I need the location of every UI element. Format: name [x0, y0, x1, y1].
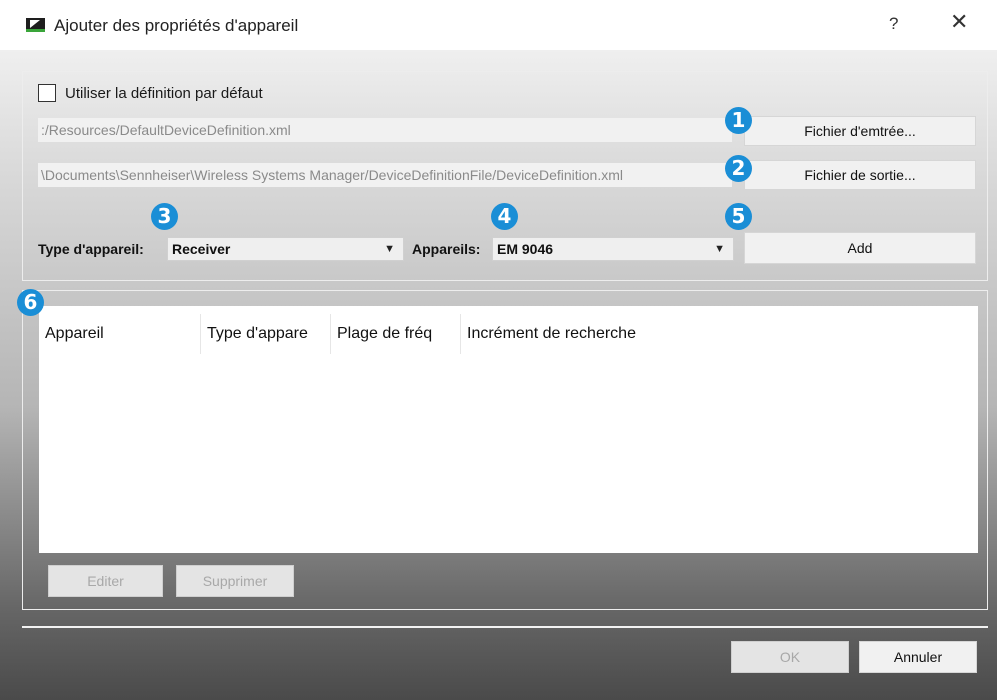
callout-badge-2: 2 [725, 155, 752, 182]
callout-badge-6: 6 [17, 289, 44, 316]
help-button[interactable]: ? [889, 14, 898, 34]
column-header-frequency[interactable]: Plage de fréq [331, 314, 461, 354]
output-file-path[interactable]: \Documents\Sennheiser\Wireless Systems M… [38, 163, 732, 187]
delete-button[interactable]: Supprimer [176, 565, 294, 597]
ok-button[interactable]: OK [731, 641, 849, 673]
output-file-button[interactable]: Fichier de sortie... [744, 160, 976, 190]
column-header-increment[interactable]: Incrément de recherche [461, 314, 978, 354]
device-type-label: Type d'appareil: [38, 241, 144, 257]
callout-badge-4: 4 [491, 203, 518, 230]
sennheiser-logo-icon [26, 18, 45, 32]
column-header-type[interactable]: Type d'appare [201, 314, 331, 354]
callout-badge-3: 3 [151, 203, 178, 230]
callout-badge-5: 5 [725, 203, 752, 230]
devices-value: EM 9046 [497, 241, 554, 257]
chevron-down-icon: ▼ [384, 243, 395, 255]
window-title: Ajouter des propriétés d'appareil [54, 16, 299, 35]
device-type-select[interactable]: Receiver ▼ [167, 237, 404, 261]
callout-badge-1: 1 [725, 107, 752, 134]
separator [22, 626, 988, 628]
input-file-path[interactable]: :/Resources/DefaultDeviceDefinition.xml [38, 118, 732, 142]
column-header-appareil[interactable]: Appareil [39, 314, 201, 354]
edit-button[interactable]: Editer [48, 565, 163, 597]
cancel-button[interactable]: Annuler [859, 641, 977, 673]
use-default-row[interactable]: Utiliser la définition par défaut [38, 83, 263, 103]
use-default-checkbox[interactable] [38, 84, 56, 102]
devices-table[interactable]: Appareil Type d'appare Plage de fréq Inc… [39, 306, 978, 553]
close-icon[interactable]: ✕ [950, 10, 968, 35]
device-type-value: Receiver [172, 241, 231, 257]
add-button[interactable]: Add [744, 232, 976, 264]
use-default-label: Utiliser la définition par défaut [65, 84, 263, 102]
input-file-button[interactable]: Fichier d'emtrée... [744, 116, 976, 146]
devices-select[interactable]: EM 9046 ▼ [492, 237, 734, 261]
chevron-down-icon: ▼ [714, 243, 725, 255]
devices-label: Appareils: [412, 241, 481, 257]
title-bar: Ajouter des propriétés d'appareil ? ✕ [0, 0, 997, 50]
